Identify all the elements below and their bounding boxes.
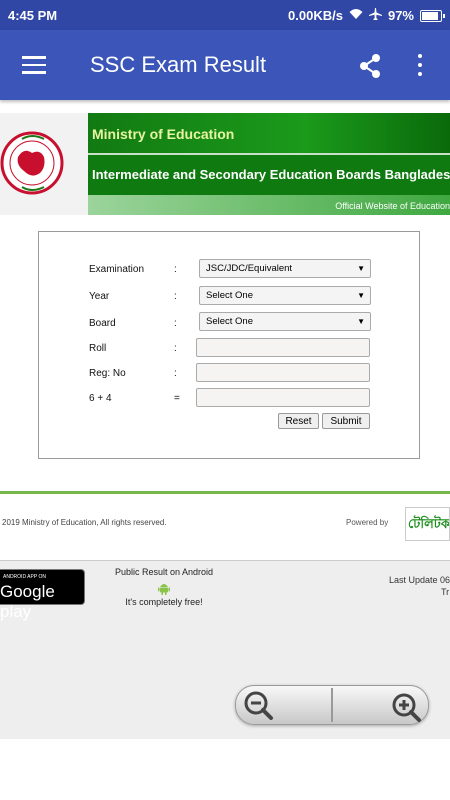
zoom-divider [331, 688, 333, 722]
share-icon[interactable] [356, 52, 384, 80]
app-bar: SSC Exam Result [0, 30, 450, 100]
more-options-icon[interactable] [414, 54, 426, 80]
copyright-text: 2019 Ministry of Education, All rights r… [2, 518, 167, 527]
examination-label: Examination [89, 264, 145, 275]
boards-strip: Intermediate and Secondary Education Boa… [88, 153, 450, 195]
net-speed: 0.00KB/s [288, 8, 343, 23]
zoom-in-icon[interactable] [388, 689, 422, 723]
header-banner: Ministry of Education Intermediate and S… [0, 113, 450, 215]
android-icon [158, 584, 170, 595]
year-select[interactable]: Select One ▼ [199, 286, 371, 305]
google-play-badge[interactable]: ANDROID APP ON Google play [0, 569, 85, 621]
airplane-icon [368, 8, 382, 23]
free-text: It's completely free! [125, 597, 203, 607]
reg-no-label: Reg: No [89, 368, 126, 379]
separator: : [174, 264, 177, 275]
examination-select[interactable]: JSC/JDC/Equivalent ▼ [199, 259, 371, 278]
board-value: Select One [206, 316, 253, 327]
roll-label: Roll [89, 343, 107, 354]
separator: : [174, 368, 177, 379]
last-update-continued: Tr [441, 587, 450, 597]
public-result-text: Public Result on Android [114, 567, 214, 577]
ministry-title: Ministry of Education [92, 126, 235, 142]
roll-input[interactable] [196, 338, 370, 357]
wifi-icon [349, 8, 363, 23]
boards-title: Intermediate and Secondary Education Boa… [92, 167, 450, 182]
result-form: Examination : JSC/JDC/Equivalent ▼ Year … [38, 231, 420, 459]
status-bar: 4:45 PM 0.00KB/s 97% [0, 0, 450, 30]
battery-percent: 97% [387, 8, 414, 23]
dropdown-arrow-icon: ▼ [357, 291, 365, 300]
powered-by-text: Powered by [346, 518, 389, 527]
official-website-text: Official Website of Education [335, 201, 450, 211]
government-seal-logo [0, 113, 88, 215]
last-update-text: Last Update 06 [389, 575, 450, 585]
android-promo[interactable]: Public Result on Android It's completely… [110, 567, 218, 607]
captcha-input[interactable] [196, 388, 370, 407]
status-time: 4:45 PM [8, 8, 58, 23]
footer-divider [0, 491, 450, 494]
dropdown-arrow-icon: ▼ [357, 317, 365, 326]
menu-icon[interactable] [22, 56, 46, 74]
official-strip: Official Website of Education [88, 195, 450, 215]
teletalk-logo[interactable]: টেলিটক [405, 507, 450, 541]
zoom-out-icon[interactable] [242, 689, 276, 723]
google-play-text: Google play [0, 582, 55, 621]
reset-button[interactable]: Reset [278, 413, 319, 429]
reg-no-input[interactable] [196, 363, 370, 382]
zoom-control [235, 685, 429, 725]
separator: : [174, 291, 177, 302]
app-title: SSC Exam Result [90, 52, 267, 77]
separator: : [174, 318, 177, 329]
google-play-small-text: ANDROID APP ON [3, 574, 46, 580]
status-icons: 0.00KB/s 97% [288, 8, 445, 23]
board-select[interactable]: Select One ▼ [199, 312, 371, 331]
separator: : [174, 343, 177, 354]
examination-value: JSC/JDC/Equivalent [206, 263, 293, 274]
submit-button[interactable]: Submit [322, 413, 370, 429]
captcha-label: 6 + 4 [89, 393, 112, 404]
year-value: Select One [206, 290, 253, 301]
separator: = [174, 393, 180, 404]
battery-icon [420, 9, 445, 22]
year-label: Year [89, 291, 110, 302]
dropdown-arrow-icon: ▼ [357, 264, 365, 273]
ministry-strip: Ministry of Education [88, 113, 450, 153]
board-label: Board [89, 318, 116, 329]
